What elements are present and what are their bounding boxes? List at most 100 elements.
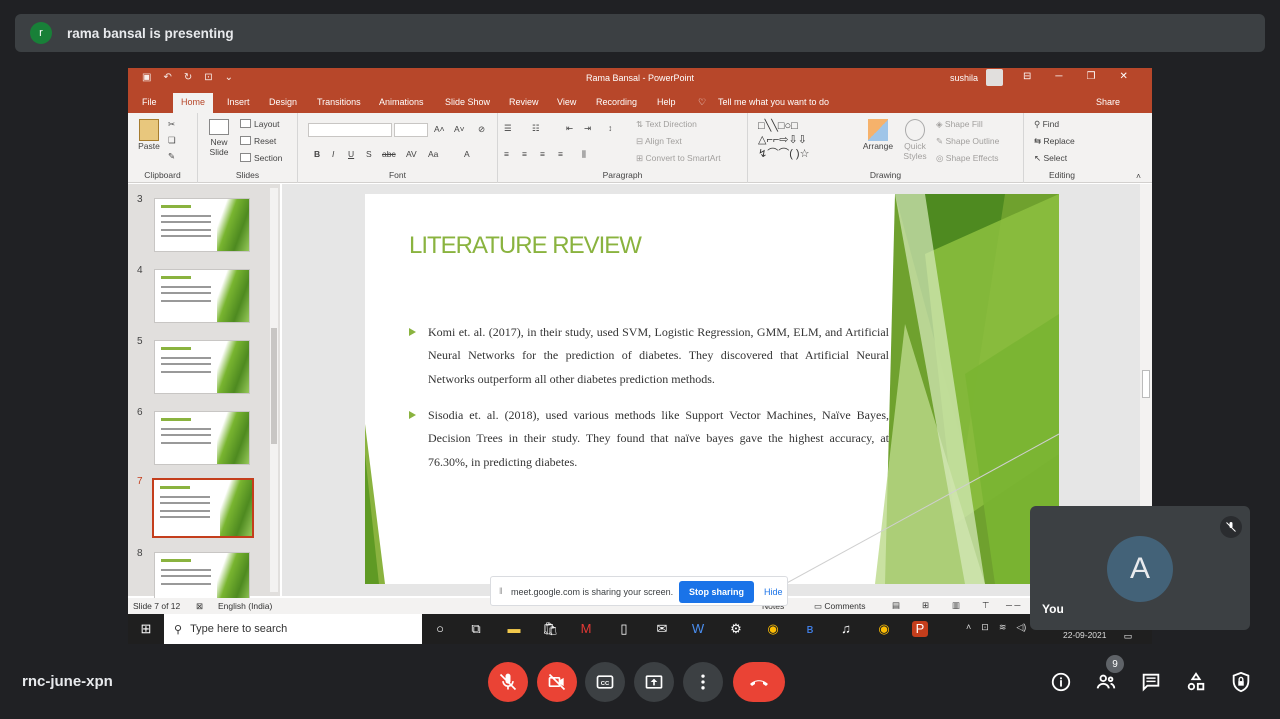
align-right-icon[interactable]: ≡ <box>540 149 545 159</box>
bullets-icon[interactable]: ☰ <box>504 123 512 134</box>
file-icon[interactable]: ▯ <box>616 621 632 637</box>
shape-fill-button[interactable]: ◈ Shape Fill <box>936 119 983 130</box>
quick-styles-button[interactable]: Quick Styles <box>898 119 932 161</box>
chrome-icon[interactable]: ◉ <box>765 621 781 637</box>
bold-icon[interactable]: B <box>314 149 320 159</box>
comments-button[interactable]: ▭ Comments <box>814 601 866 612</box>
tab-home[interactable]: Home <box>173 93 214 113</box>
mic-toggle-button[interactable] <box>488 662 528 702</box>
tab-design[interactable]: Design <box>269 97 297 107</box>
chrome-icon[interactable]: ◉ <box>876 621 892 637</box>
underline-icon[interactable]: U <box>348 149 354 159</box>
replace-button[interactable]: ⇆ Replace <box>1034 136 1075 147</box>
drag-handle-icon[interactable]: ‖ <box>499 586 503 596</box>
find-button[interactable]: ⚲ Find <box>1034 119 1059 130</box>
thumbnail-item[interactable]: 3 <box>128 194 268 254</box>
settings-gear-icon[interactable]: ⚙ <box>728 621 744 637</box>
tab-animations[interactable]: Animations <box>379 97 424 107</box>
copy-icon[interactable]: ❏ <box>168 135 176 146</box>
tab-review[interactable]: Review <box>509 97 539 107</box>
mail-icon[interactable]: ✉ <box>654 621 670 637</box>
powerpoint-icon[interactable]: P <box>912 621 928 637</box>
font-size-box[interactable] <box>394 123 428 137</box>
editor-scroll-thumb[interactable] <box>1142 370 1150 398</box>
host-controls-button[interactable] <box>1229 670 1253 694</box>
grow-font-icon[interactable]: A˄ <box>434 124 445 134</box>
thumbnail-item[interactable]: 5 <box>128 336 268 396</box>
reset-button[interactable]: Reset <box>240 136 276 146</box>
slideshow-view-icon[interactable]: ⊤ <box>982 600 989 611</box>
stop-sharing-button[interactable]: Stop sharing <box>679 581 754 603</box>
ribbon-display-icon[interactable]: ⊟ <box>1023 71 1031 82</box>
participants-button[interactable] <box>1094 670 1118 694</box>
zoom-slider[interactable]: ─ ─ <box>1006 600 1020 610</box>
notification-icon[interactable]: ▭ <box>1120 628 1136 644</box>
leave-call-button[interactable] <box>733 662 785 702</box>
tell-me-box[interactable]: Tell me what you want to do <box>718 97 829 107</box>
tab-view[interactable]: View <box>557 97 576 107</box>
reading-view-icon[interactable]: ▥ <box>952 600 960 611</box>
present-button[interactable] <box>634 662 674 702</box>
clear-format-icon[interactable]: ⊘ <box>478 124 485 135</box>
shapes-gallery[interactable]: □╲╲□○□ △⌐⌐⇨⇩⇩ ↯⌒⌒( )☆ <box>758 119 850 161</box>
self-video-tile[interactable]: A You <box>1030 506 1250 630</box>
new-slide-button[interactable]: New Slide <box>204 119 234 157</box>
format-painter-icon[interactable]: ✎ <box>168 151 175 162</box>
tab-file[interactable]: File <box>142 97 157 107</box>
strikethrough-icon[interactable]: abc <box>382 149 396 159</box>
wifi-icon[interactable]: ≋ <box>999 622 1007 633</box>
chat-button[interactable] <box>1139 670 1163 694</box>
thumbnail-scroll-thumb[interactable] <box>271 328 277 444</box>
tab-transitions[interactable]: Transitions <box>317 97 361 107</box>
account-name[interactable]: sushila <box>950 73 978 83</box>
tab-help[interactable]: Help <box>657 97 676 107</box>
hide-banner-button[interactable]: Hide <box>764 587 783 597</box>
windows-start-icon[interactable]: ⊞ <box>138 621 154 637</box>
cut-icon[interactable]: ✂ <box>168 119 175 130</box>
change-case-icon[interactable]: Aa <box>428 149 438 159</box>
layout-button[interactable]: Layout <box>240 119 280 129</box>
slide-canvas[interactable]: LITERATURE REVIEW Komi et. al. (2017), i… <box>365 194 1059 584</box>
normal-view-icon[interactable]: ▤ <box>892 600 900 611</box>
close-icon[interactable]: ✕ <box>1119 71 1127 82</box>
shrink-font-icon[interactable]: A˅ <box>454 124 465 134</box>
camera-toggle-button[interactable] <box>537 662 577 702</box>
store-icon[interactable]: 🛍 <box>542 621 559 637</box>
sorter-view-icon[interactable]: ⊞ <box>922 600 929 611</box>
minimize-icon[interactable]: ─ <box>1055 71 1062 82</box>
tab-recording[interactable]: Recording <box>596 97 637 107</box>
thumbnail-item[interactable]: 6 <box>128 407 268 467</box>
language-indicator[interactable]: English (India) <box>218 601 272 611</box>
increase-indent-icon[interactable]: ⇥ <box>584 123 591 134</box>
align-center-icon[interactable]: ≡ <box>522 149 527 159</box>
captions-button[interactable]: CC <box>585 662 625 702</box>
tab-insert[interactable]: Insert <box>227 97 250 107</box>
italic-icon[interactable]: I <box>332 149 334 159</box>
chevron-up-icon[interactable]: ˄ <box>966 622 971 633</box>
columns-icon[interactable]: ⫼ <box>582 149 586 160</box>
taskbar-search[interactable]: ⚲ Type here to search <box>164 614 422 644</box>
bluetooth-icon[interactable]: ʙ <box>802 621 818 637</box>
spellcheck-icon[interactable]: ⊠ <box>196 601 203 612</box>
tab-slide-show[interactable]: Slide Show <box>445 97 490 107</box>
numbering-icon[interactable]: ☷ <box>532 123 540 134</box>
align-text-button[interactable]: ⊟ Align Text <box>636 136 682 147</box>
volume-icon[interactable]: ◁) <box>1016 622 1026 633</box>
thumbnail-item-selected[interactable]: 7 <box>128 476 268 538</box>
convert-smartart-button[interactable]: ⊞ Convert to SmartArt <box>636 153 721 164</box>
restore-icon[interactable]: ❐ <box>1086 71 1095 82</box>
decrease-indent-icon[interactable]: ⇤ <box>566 123 573 134</box>
meeting-details-button[interactable] <box>1049 670 1073 694</box>
font-color-icon[interactable]: A <box>464 149 470 159</box>
media-icon[interactable]: ♫ <box>838 621 854 637</box>
paste-button[interactable]: Paste <box>136 119 162 151</box>
mcafee-icon[interactable]: M <box>578 621 594 637</box>
file-explorer-icon[interactable]: ▬ <box>506 621 522 637</box>
align-left-icon[interactable]: ≡ <box>504 149 509 159</box>
thumbnail-item[interactable]: 4 <box>128 265 268 325</box>
font-name-box[interactable] <box>308 123 392 137</box>
section-button[interactable]: Section <box>240 153 282 163</box>
collapse-ribbon-icon[interactable]: ˄ <box>1136 171 1141 181</box>
word-icon[interactable]: W <box>690 621 706 637</box>
shadow-icon[interactable]: S <box>366 149 372 159</box>
